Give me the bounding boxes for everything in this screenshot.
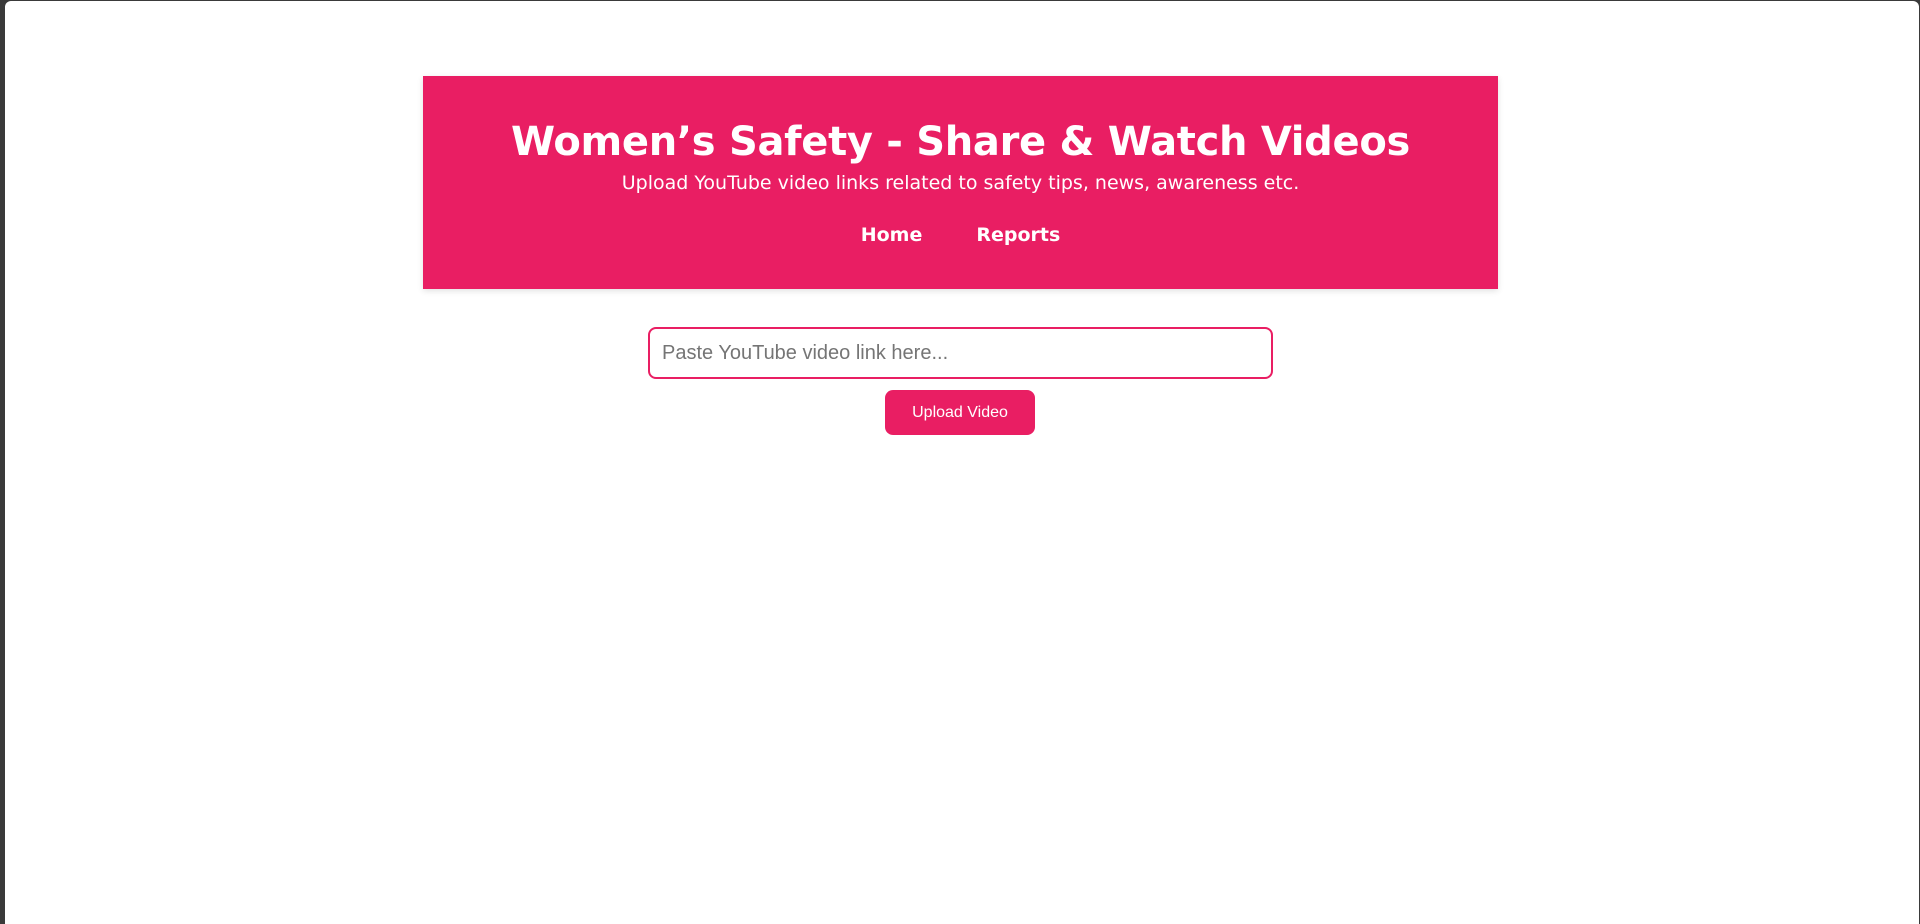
- youtube-link-input[interactable]: [648, 327, 1273, 379]
- nav-link-reports[interactable]: Reports: [976, 224, 1060, 246]
- site-header: Women’s Safety - Share & Watch Videos Up…: [423, 76, 1498, 289]
- main-nav: Home Reports: [423, 224, 1498, 246]
- upload-video-button[interactable]: Upload Video: [885, 390, 1035, 435]
- page-title: Women’s Safety - Share & Watch Videos: [510, 119, 1411, 165]
- page-subtitle: Upload YouTube video links related to sa…: [621, 172, 1300, 194]
- browser-window: Women’s Safety - Share & Watch Videos Up…: [5, 1, 1919, 924]
- nav-link-home[interactable]: Home: [861, 224, 923, 246]
